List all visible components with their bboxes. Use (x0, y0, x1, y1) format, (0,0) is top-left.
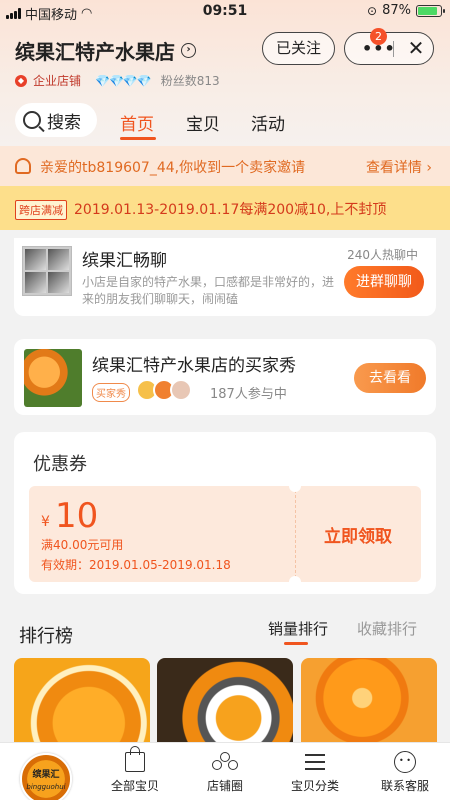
battery-icon (416, 4, 445, 17)
tab-customer-service[interactable]: • • 联系客服 (365, 747, 445, 794)
list-icon (305, 754, 325, 770)
chevron-right-icon: › (181, 43, 196, 58)
group-avatar (22, 246, 72, 296)
tab-favorites-ranking[interactable]: 收藏排行 (357, 618, 417, 639)
customer-service-icon: • • (394, 751, 416, 773)
coupon-section-title: 优惠券 (33, 454, 87, 475)
shopping-bag-icon (125, 746, 145, 772)
claim-coupon-button[interactable]: 立即领取 (295, 522, 421, 547)
active-tab-indicator (120, 137, 156, 140)
buyer-show-tag: 买家秀 (92, 383, 130, 402)
shop-name-label: 缤果汇特产水果店 (15, 40, 175, 64)
join-group-button[interactable]: 进群聊聊 (344, 266, 424, 298)
close-icon[interactable]: ✕ (401, 36, 431, 60)
shop-logo-text: 缤果汇 (32, 770, 60, 780)
fans-count: 粉丝数813 (160, 74, 220, 88)
ranking-tab-indicator (284, 642, 308, 645)
tab-customer-service-label: 联系客服 (380, 779, 429, 793)
promo-text: 2019.01.13-2019.01.17每满200减10,上不封顶 (74, 202, 387, 218)
status-bar: 中国移动 ◠ 09:51 ⊙ 87% (0, 0, 450, 24)
coupon-notch-top (289, 486, 301, 492)
coupon-ticket[interactable]: ¥ 10 满40.00元可用 有效期：2019.01.05-2019.01.18… (29, 486, 421, 582)
tab-shop-circle[interactable]: 店铺圈 (185, 747, 265, 794)
shop-meta: ◆ 企业店铺 💎💎💎💎 粉丝数813 (15, 72, 220, 89)
tab-activity[interactable]: 活动 (251, 110, 285, 135)
buyer-show-card[interactable]: 缤果汇特产水果店的买家秀 买家秀 187人参与中 去看看 (14, 339, 436, 415)
coupon-validity: 有效期：2019.01.05-2019.01.18 (41, 558, 231, 572)
promo-bar: 跨店满减 2019.01.13-2019.01.17每满200减10,上不封顶 (0, 186, 450, 230)
enterprise-label: 企业店铺 (33, 74, 82, 88)
orientation-lock-icon: ⊙ (367, 3, 378, 18)
coupon-currency: ¥ (41, 514, 50, 530)
capsule-divider (393, 41, 394, 57)
coupon-condition: 满40.00元可用 (41, 538, 124, 552)
tab-sales-ranking[interactable]: 销量排行 (268, 618, 328, 639)
shop-logo[interactable]: 缤果汇 bingguohui (20, 753, 72, 800)
buyer-show-participants: 187人参与中 (210, 387, 287, 402)
capsule-menu: ••• ✕ (344, 32, 434, 65)
search-label: 搜索 (47, 112, 81, 133)
invite-text: 亲爱的tb819607_44,你收到一个卖家邀请 (40, 160, 306, 176)
invite-bar[interactable]: 亲爱的tb819607_44,你收到一个卖家邀请 查看详情 › (0, 146, 450, 186)
invite-details-link[interactable]: 查看详情 › (366, 157, 432, 177)
tab-all-items[interactable]: 全部宝贝 (95, 746, 175, 794)
bottom-tab-bar: 缤果汇 bingguohui 全部宝贝 店铺圈 宝贝分类 • • 联系客服 (0, 742, 450, 800)
participant-avatars (136, 379, 192, 401)
search-button[interactable]: 搜索 (15, 103, 97, 137)
promo-tag: 跨店满减 (15, 200, 67, 220)
enterprise-icon: ◆ (15, 74, 27, 87)
group-chat-hot-count: 240人热聊中 (347, 248, 418, 262)
coupon-notch-bottom (289, 576, 301, 582)
tab-categories-label: 宝贝分类 (290, 779, 339, 793)
tab-shop-circle-label: 店铺圈 (206, 779, 243, 793)
ranking-title: 排行榜 (19, 626, 73, 647)
coupon-card: 优惠券 ¥ 10 满40.00元可用 有效期：2019.01.05-2019.0… (14, 432, 436, 594)
tab-items[interactable]: 宝贝 (186, 110, 220, 135)
battery-percent: 87% (382, 3, 411, 18)
shop-logo-subtext: bingguohui (26, 783, 66, 791)
view-buyer-show-button[interactable]: 去看看 (354, 363, 426, 393)
buyer-show-title: 缤果汇特产水果店的买家秀 (92, 356, 296, 376)
group-chat-description: 小店是自家的特产水果，口感都是非常好的，进来的朋友我们聊聊天，闹闹磕 (82, 275, 335, 306)
avatar (170, 379, 192, 401)
diamond-rating-icon: 💎💎💎💎 (95, 73, 152, 88)
bell-icon (15, 158, 31, 174)
buyer-show-image (24, 349, 82, 407)
tab-categories[interactable]: 宝贝分类 (275, 747, 355, 794)
tab-home[interactable]: 首页 (120, 110, 154, 135)
notification-badge: 2 (370, 28, 387, 45)
follow-button[interactable]: 已关注 (262, 32, 335, 65)
tab-all-items-label: 全部宝贝 (110, 779, 159, 793)
coupon-amount: 10 (55, 496, 99, 536)
group-chat-title: 缤果汇畅聊 (82, 251, 167, 271)
group-chat-card[interactable]: 缤果汇畅聊 小店是自家的特产水果，口感都是非常好的，进来的朋友我们聊聊天，闹闹磕… (14, 238, 436, 316)
search-icon (23, 111, 41, 129)
shop-name[interactable]: 缤果汇特产水果店 › (15, 36, 196, 65)
people-icon (212, 752, 238, 772)
